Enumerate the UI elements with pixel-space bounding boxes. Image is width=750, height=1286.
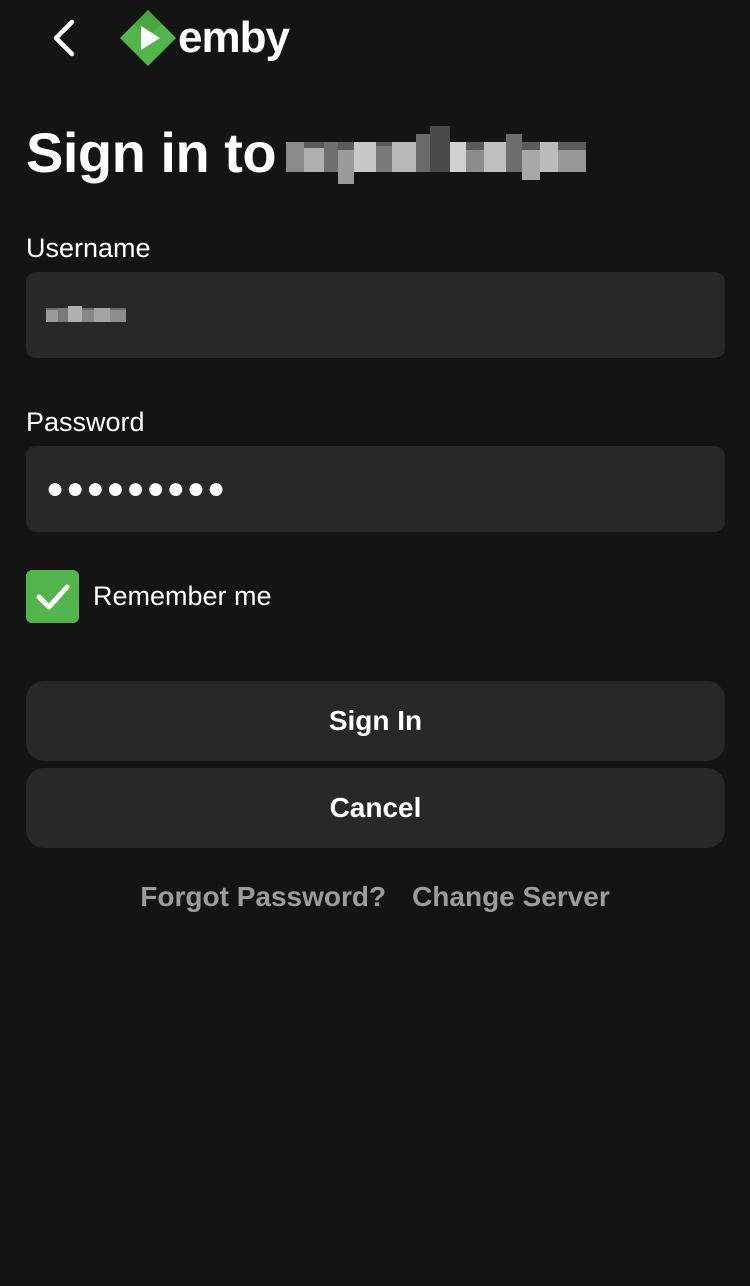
sign-in-button[interactable]: Sign In	[26, 681, 725, 761]
password-field[interactable]: ●●●●●●●●●	[26, 446, 725, 532]
username-field[interactable]	[26, 272, 725, 358]
password-value: ●●●●●●●●●	[46, 472, 228, 505]
secondary-links: Forgot Password? Change Server	[0, 876, 750, 918]
remember-me-checkbox[interactable]	[26, 570, 79, 623]
page-title: Sign in to	[26, 121, 277, 184]
change-server-link[interactable]: Change Server	[412, 881, 610, 913]
checkmark-icon	[36, 584, 69, 609]
emby-logo: emby	[120, 10, 290, 66]
logo-text: emby	[178, 13, 290, 62]
chevron-left-icon	[53, 19, 75, 57]
remember-me-toggle[interactable]: Remember me	[26, 570, 272, 623]
emby-logo-icon	[120, 10, 176, 66]
password-label: Password	[26, 407, 145, 437]
remember-me-label: Remember me	[93, 581, 272, 611]
top-bar: emby	[0, 0, 750, 80]
sign-in-screen: emby Sign in to Username Password ●●●●●●…	[0, 0, 750, 1286]
cancel-button[interactable]: Cancel	[26, 768, 725, 848]
forgot-password-link[interactable]: Forgot Password?	[140, 881, 386, 913]
username-label: Username	[26, 233, 151, 263]
back-button[interactable]	[40, 14, 88, 62]
server-name-redacted	[286, 126, 587, 184]
page-title-row: Sign in to	[26, 118, 587, 188]
username-value-redacted	[46, 306, 126, 322]
